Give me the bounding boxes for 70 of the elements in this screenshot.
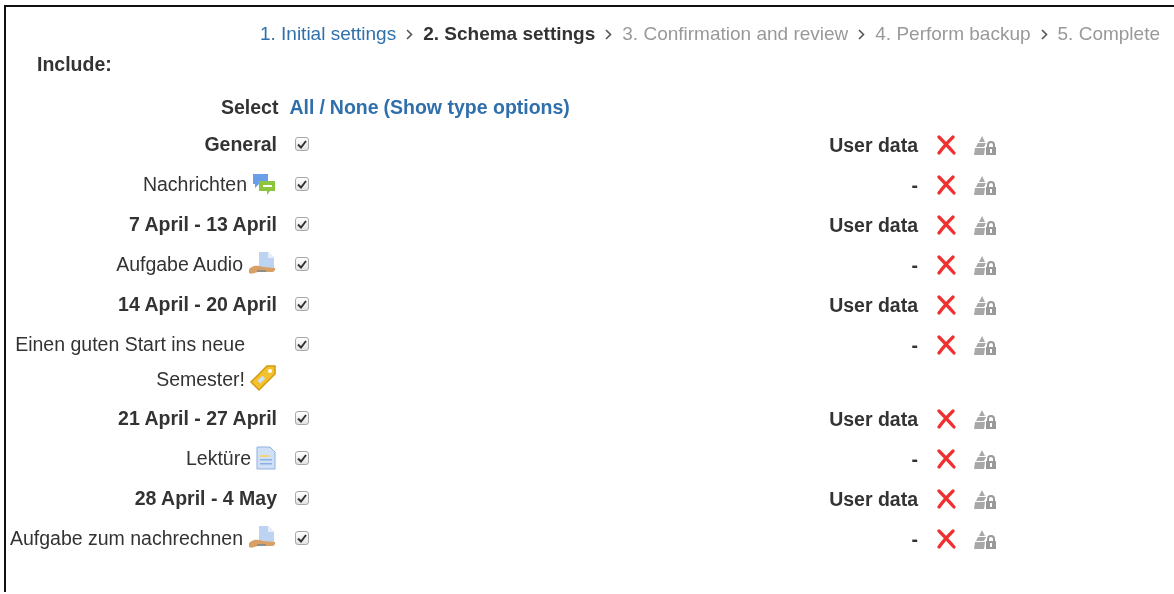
- breadcrumb-step[interactable]: 1. Initial settings: [259, 23, 397, 45]
- activity-name: Einen guten Start ins neue Semester!: [14, 332, 245, 392]
- select-all-link[interactable]: All: [289, 96, 315, 119]
- section-name: 21 April - 27 April: [118, 406, 277, 431]
- dash-text: -: [911, 527, 918, 552]
- checkbox[interactable]: [295, 337, 309, 351]
- checkbox[interactable]: [295, 411, 309, 425]
- select-none-link[interactable]: None: [329, 96, 379, 119]
- lock-icon[interactable]: [974, 489, 998, 511]
- activity-name: Aufgabe Audio: [116, 252, 243, 277]
- user-data-label: User data: [829, 133, 918, 158]
- checkbox[interactable]: [295, 217, 309, 231]
- activity-name: Lektüre: [185, 446, 251, 471]
- cross-icon[interactable]: [936, 255, 956, 275]
- cross-icon[interactable]: [936, 529, 956, 549]
- section-name: General: [204, 132, 277, 157]
- dash-text: -: [911, 253, 918, 278]
- breadcrumb-step: 5. Complete: [1057, 23, 1160, 45]
- cross-icon[interactable]: [936, 449, 956, 469]
- checkbox[interactable]: [295, 531, 309, 545]
- dash-text: -: [911, 447, 918, 472]
- checkbox[interactable]: [295, 177, 309, 191]
- cross-icon[interactable]: [936, 175, 956, 195]
- lock-icon[interactable]: [974, 449, 998, 471]
- user-data-label: User data: [829, 407, 918, 432]
- user-data-label: User data: [829, 487, 918, 512]
- checkbox[interactable]: [295, 257, 309, 271]
- lock-icon[interactable]: [974, 295, 998, 317]
- section-name: 14 April - 20 April: [118, 292, 277, 317]
- checkbox[interactable]: [295, 451, 309, 465]
- section-name: 7 April - 13 April: [128, 212, 277, 237]
- cross-icon[interactable]: [936, 489, 956, 509]
- document-icon: [255, 445, 277, 471]
- show-type-options-link[interactable]: (Show type options): [383, 96, 570, 119]
- chevron-icon: [605, 28, 613, 40]
- lock-icon[interactable]: [974, 529, 998, 551]
- chevron-icon: [1040, 28, 1048, 40]
- breadcrumb-step: 4. Perform backup: [875, 23, 1031, 45]
- activity-name: Nachrichten: [142, 172, 247, 197]
- chevron-icon: [406, 28, 414, 40]
- checkbox[interactable]: [295, 491, 309, 505]
- checkbox[interactable]: [295, 297, 309, 311]
- lock-icon[interactable]: [974, 135, 998, 157]
- select-label: Select: [221, 96, 279, 119]
- dash-text: -: [911, 333, 918, 358]
- separator-text: /: [319, 96, 325, 119]
- cross-icon[interactable]: [936, 295, 956, 315]
- user-data-label: User data: [829, 293, 918, 318]
- lock-icon[interactable]: [974, 409, 998, 431]
- hand-document-icon: [247, 251, 277, 277]
- cross-icon[interactable]: [936, 215, 956, 235]
- chat-bubbles-icon: [251, 171, 277, 197]
- activity-name: Aufgabe zum nachrechnen: [9, 526, 243, 551]
- include-heading: Include:: [37, 53, 112, 76]
- lock-icon[interactable]: [974, 255, 998, 277]
- section-name: 28 April - 4 May: [134, 486, 277, 511]
- dash-text: -: [911, 173, 918, 198]
- lock-icon[interactable]: [974, 215, 998, 237]
- lock-icon[interactable]: [974, 335, 998, 357]
- tag-icon: [249, 364, 277, 392]
- cross-icon[interactable]: [936, 135, 956, 155]
- cross-icon[interactable]: [936, 409, 956, 429]
- checkbox[interactable]: [295, 137, 309, 151]
- cross-icon[interactable]: [936, 335, 956, 355]
- lock-icon[interactable]: [974, 175, 998, 197]
- hand-document-icon: [247, 525, 277, 551]
- chevron-icon: [858, 28, 866, 40]
- user-data-label: User data: [829, 213, 918, 238]
- breadcrumb-step: 3. Confirmation and review: [622, 23, 849, 45]
- breadcrumb-step: 2. Schema settings: [423, 23, 596, 45]
